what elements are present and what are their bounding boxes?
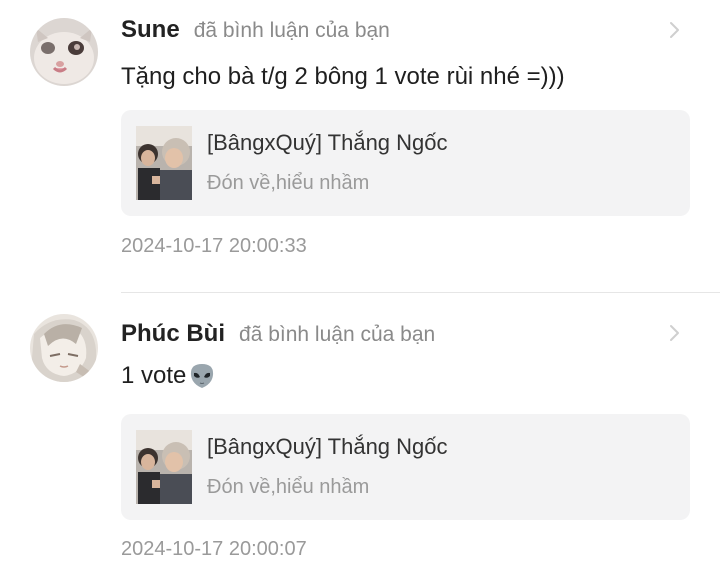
chevron-right-icon[interactable]: [662, 18, 686, 42]
comment-text: 1 vote: [121, 362, 216, 390]
timestamp: 2024-10-17 20:00:07: [121, 538, 307, 560]
comment-body: 1 vote: [121, 362, 187, 389]
username[interactable]: Phúc Bùi: [121, 320, 225, 348]
story-title: [BângxQuý] Thắng Ngốc: [207, 130, 448, 155]
alien-emoji-icon: [188, 362, 216, 390]
divider: [121, 292, 720, 293]
chevron-right-icon[interactable]: [662, 321, 686, 345]
timestamp: 2024-10-17 20:00:33: [121, 235, 307, 257]
story-subtitle: Đón về,hiểu nhầm: [207, 476, 370, 498]
cat-avatar-icon[interactable]: [30, 18, 98, 86]
story-thumbnail: [136, 430, 192, 504]
story-subtitle: Đón về,hiểu nhầm: [207, 172, 370, 194]
comment-text: Tặng cho bà t/g 2 bông 1 vote rùi nhé =)…: [121, 63, 565, 91]
username[interactable]: Sune: [121, 16, 180, 44]
notification-header: Phúc Bùi đã bình luận của bạn: [121, 320, 435, 350]
anime-avatar-icon[interactable]: [30, 314, 98, 382]
story-card[interactable]: [BângxQuý] Thắng Ngốc Đón về,hiểu nhầm: [121, 110, 690, 216]
notification-item[interactable]: Sune đã bình luận của bạn Tặng cho bà t/…: [0, 0, 720, 292]
comment-body: Tặng cho bà t/g 2 bông 1 vote rùi nhé =)…: [121, 63, 565, 90]
notification-item[interactable]: Phúc Bùi đã bình luận của bạn 1 vote [Bâ…: [0, 294, 720, 584]
notification-header: Sune đã bình luận của bạn: [121, 16, 390, 46]
action-text: đã bình luận của bạn: [193, 19, 390, 42]
action-text: đã bình luận của bạn: [239, 323, 436, 346]
story-card[interactable]: [BângxQuý] Thắng Ngốc Đón về,hiểu nhầm: [121, 414, 690, 520]
story-thumbnail: [136, 126, 192, 200]
story-title: [BângxQuý] Thắng Ngốc: [207, 434, 448, 459]
